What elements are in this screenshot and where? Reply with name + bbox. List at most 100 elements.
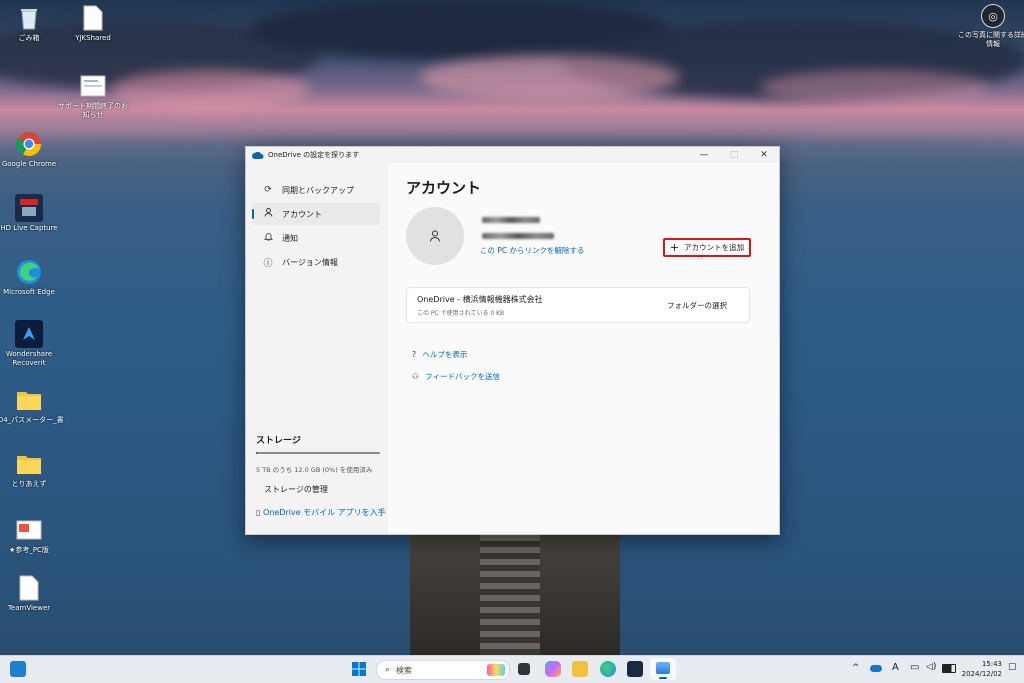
speaker-icon[interactable]: ◁) (926, 662, 936, 672)
mobile-app-link[interactable]: ▯ OneDrive モバイル アプリを入手 (256, 507, 386, 518)
slide-file-icon (15, 516, 43, 544)
search-icon: ⌕ (385, 665, 391, 675)
onedrive-app-icon (656, 662, 670, 674)
desktop-icon-support-notice[interactable]: サポート期間終了のお知らせ (58, 72, 128, 120)
help-label: ヘルプを表示 (422, 350, 468, 359)
desktop-icon-folder-004[interactable]: 004_パスメーター_書 (0, 386, 64, 425)
sidebar-item-version-info[interactable]: ⓘ バージョン情報 (252, 251, 380, 273)
taskbar-search[interactable]: ⌕ 検索 (376, 660, 510, 680)
photo-info-label: この写真に関する詳細情報 (958, 31, 1024, 48)
account-name-redacted (482, 213, 540, 226)
title-bar: OneDrive の設定を探ります — □ ✕ (246, 147, 779, 163)
folder-icon (15, 386, 43, 414)
desktop-icon-recoverit[interactable]: Wondershare Recoverit (0, 320, 64, 368)
desktop-icon-label: とりあえず (11, 480, 47, 488)
desktop-icon-label: HD Live Capture (0, 224, 58, 232)
minimize-button[interactable]: — (689, 150, 719, 160)
display-icon[interactable]: ▭ (910, 662, 919, 673)
desktop-icon-label: Google Chrome (1, 160, 57, 168)
notification-icon[interactable]: ▢ (1008, 662, 1017, 672)
desktop-icon-yjkshared[interactable]: YJKShared (58, 4, 128, 43)
add-account-label: アカウントを追加 (684, 243, 745, 252)
storage-usage-text: 5 TB のうち 12.0 GB (0%) を使用済み (256, 466, 373, 474)
sidebar-item-sync-backup[interactable]: ⟳ 同期とバックアップ (252, 179, 380, 201)
document-icon (79, 72, 107, 100)
org-usage: この PC で使用されている 0 KB (417, 310, 505, 317)
phone-icon: ▯ (256, 508, 261, 517)
sidebar-item-label: アカウント (282, 209, 322, 219)
search-highlight-icon (487, 664, 505, 676)
camera-icon: ◎ (981, 4, 1005, 28)
desktop-icon-label: YJKShared (75, 34, 111, 42)
maximize-button[interactable]: □ (719, 150, 749, 160)
account-card: OneDrive - 横浜情報機器株式会社 この PC で使用されている 0 K… (406, 287, 750, 323)
clock-time: 15:43 (981, 660, 1002, 668)
edge-taskbar-icon[interactable] (600, 661, 616, 677)
onedrive-cloud-icon (252, 151, 264, 159)
onedrive-taskbar-item[interactable] (650, 658, 676, 680)
desktop-icon-teamviewer[interactable]: TeamViewer (0, 574, 64, 613)
desktop-icon-hd-live-capture[interactable]: HD Live Capture (0, 194, 64, 233)
widgets-icon[interactable] (10, 661, 26, 677)
chevron-up-icon[interactable]: ^ (852, 663, 860, 673)
plus-icon: + (669, 241, 680, 254)
account-panel: アカウント この PC からリンクを解除する + アカウントを追加 ☝ OneD… (388, 163, 779, 534)
clock[interactable]: 15:43 2024/12/02 (958, 659, 1002, 679)
document-icon (15, 574, 43, 602)
sidebar-item-label: 同期とバックアップ (282, 185, 354, 195)
help-icon: ? (412, 350, 416, 359)
desktop-icon-reference-pc[interactable]: ★参考_PC版 (0, 516, 64, 555)
recycle-bin-icon (15, 4, 43, 32)
account-email-redacted (482, 229, 554, 242)
desktop-icon-label: ★参考_PC版 (9, 546, 49, 554)
desktop-icon-folder-toriaezu[interactable]: とりあえず (0, 450, 64, 489)
feedback-link[interactable]: ⚇ フィードバックを送信 (412, 371, 500, 382)
choose-folders-button[interactable]: フォルダーの選択 (667, 300, 727, 311)
close-button[interactable]: ✕ (749, 150, 779, 160)
sidebar-item-notifications[interactable]: 通知 (252, 227, 380, 249)
sidebar-item-label: バージョン情報 (282, 257, 338, 267)
mouse-cursor-icon: ☝ (698, 253, 704, 263)
taskbar: ⌕ 検索 ^ A ▭ ◁) 15:43 2024/12/02 ▢ (0, 655, 1024, 683)
window-title: OneDrive の設定を探ります (268, 151, 360, 159)
desktop-icon-label: サポート期間終了のお知らせ (58, 102, 128, 119)
info-icon: ⓘ (263, 258, 273, 269)
storage-title: ストレージ (256, 436, 301, 446)
add-account-button[interactable]: + アカウントを追加 (663, 238, 751, 257)
desktop-icon-recycle-bin[interactable]: ごみ箱 (0, 4, 64, 43)
file-explorer-icon[interactable] (572, 661, 588, 677)
avatar (406, 207, 464, 265)
storage-usage-bar (256, 452, 380, 454)
task-view-icon[interactable] (518, 663, 530, 675)
help-link[interactable]: ? ヘルプを表示 (412, 349, 467, 360)
search-placeholder: 検索 (396, 665, 413, 675)
sync-icon: ⟳ (264, 185, 272, 195)
chrome-icon (15, 130, 43, 158)
desktop-icon-edge[interactable]: Microsoft Edge (0, 258, 64, 297)
page-title: アカウント (406, 179, 482, 197)
unlink-pc-link[interactable]: この PC からリンクを解除する (480, 245, 585, 256)
store-icon[interactable] (627, 661, 643, 677)
desktop-icon-label: Wondershare Recoverit (5, 350, 53, 367)
active-indicator (659, 677, 667, 679)
onedrive-tray-icon[interactable] (870, 665, 882, 672)
sidebar-item-account[interactable]: アカウント (252, 203, 380, 225)
person-icon (262, 208, 274, 220)
sidebar: ⟳ 同期とバックアップ アカウント 通知 ⓘ バージョン情報 ストレージ 5 T… (246, 163, 386, 534)
battery-icon[interactable] (942, 664, 956, 673)
edge-icon (15, 258, 43, 286)
mobile-app-label: OneDrive モバイル アプリを入手 (262, 508, 386, 517)
folder-icon (15, 450, 43, 478)
manage-storage-button[interactable]: ストレージの管理 (256, 484, 380, 495)
onedrive-settings-window: OneDrive の設定を探ります — □ ✕ ⟳ 同期とバックアップ アカウン… (245, 146, 780, 535)
desktop-icon-label: Microsoft Edge (3, 288, 55, 296)
capture-app-icon (15, 194, 43, 222)
ime-indicator[interactable]: A (892, 662, 899, 673)
desktop-icon-label: ごみ箱 (18, 34, 40, 42)
desktop-icon-chrome[interactable]: Google Chrome (0, 130, 64, 169)
windows-icon (352, 662, 366, 676)
photo-info-widget[interactable]: ◎ この写真に関する詳細情報 (958, 4, 1024, 49)
start-button[interactable] (352, 662, 366, 676)
copilot-icon[interactable] (545, 661, 561, 677)
feedback-icon: ⚇ (412, 372, 419, 381)
